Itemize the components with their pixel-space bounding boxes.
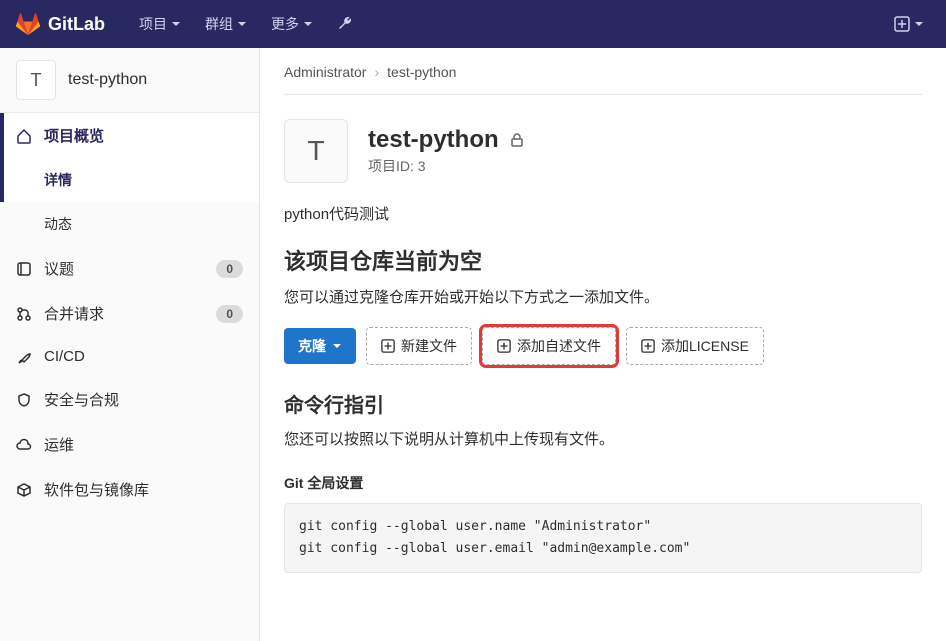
project-name: test-python <box>68 71 147 89</box>
home-icon <box>16 128 32 144</box>
sidebar-item-operations[interactable]: 运维 <box>0 422 259 467</box>
nav-label: 群组 <box>205 14 233 34</box>
sidebar-label: 软件包与镜像库 <box>44 479 149 500</box>
chevron-down-icon <box>237 19 247 29</box>
sidebar-item-activity[interactable]: 动态 <box>0 202 259 246</box>
chevron-down-icon <box>914 19 924 29</box>
chevron-down-icon <box>171 19 181 29</box>
sidebar-item-issues[interactable]: 议题 0 <box>0 246 259 291</box>
chevron-down-icon <box>332 341 342 351</box>
sidebar-label: CI/CD <box>44 348 85 365</box>
empty-repo-subtext: 您可以通过克隆仓库开始或开始以下方式之一添加文件。 <box>284 286 922 307</box>
git-global-heading: Git 全局设置 <box>284 473 922 493</box>
sidebar-item-cicd[interactable]: CI/CD <box>0 336 259 377</box>
topbar-nav: 项目 群组 更多 <box>129 6 363 42</box>
sidebar-label: 运维 <box>44 434 74 455</box>
breadcrumb-owner[interactable]: Administrator <box>284 64 366 80</box>
wrench-icon <box>337 16 353 32</box>
plus-square-icon <box>894 16 910 32</box>
shield-icon <box>16 392 32 408</box>
sidebar-label: 安全与合规 <box>44 389 119 410</box>
hero-avatar: T <box>284 119 348 183</box>
sidebar-label: 详情 <box>44 170 72 190</box>
nav-more[interactable]: 更多 <box>261 6 323 42</box>
hero-title: test-python <box>368 126 499 154</box>
nav-label: 更多 <box>271 14 299 34</box>
topbar-actions <box>888 10 930 38</box>
cli-subtext: 您还可以按照以下说明从计算机中上传现有文件。 <box>284 428 922 449</box>
sidebar-project-header[interactable]: T test-python <box>0 48 259 113</box>
breadcrumb-project[interactable]: test-python <box>387 64 456 80</box>
sidebar-item-security[interactable]: 安全与合规 <box>0 377 259 422</box>
sidebar-item-merge-requests[interactable]: 合并请求 0 <box>0 291 259 336</box>
sidebar-label: 议题 <box>44 258 74 279</box>
project-avatar: T <box>16 60 56 100</box>
merge-icon <box>16 306 32 322</box>
package-icon <box>16 482 32 498</box>
breadcrumb-separator: › <box>374 64 379 80</box>
plus-square-icon <box>381 339 395 353</box>
nav-groups[interactable]: 群组 <box>195 6 257 42</box>
button-label: 新建文件 <box>401 336 457 356</box>
sidebar: T test-python 项目概览 详情 动态 议题 0 合并请求 0 CI/… <box>0 48 260 641</box>
new-button[interactable] <box>888 10 930 38</box>
project-description: python代码测试 <box>284 203 922 224</box>
clone-button[interactable]: 克隆 <box>284 328 356 364</box>
project-hero: T test-python 项目ID: 3 <box>284 119 922 183</box>
button-label: 克隆 <box>298 336 326 356</box>
sidebar-label: 合并请求 <box>44 303 104 324</box>
plus-square-icon <box>641 339 655 353</box>
chevron-down-icon <box>303 19 313 29</box>
sidebar-item-packages[interactable]: 软件包与镜像库 <box>0 467 259 512</box>
button-label: 添加自述文件 <box>517 336 601 356</box>
brand-text: GitLab <box>48 14 105 35</box>
empty-repo-heading: 该项目仓库当前为空 <box>284 244 922 276</box>
badge-count: 0 <box>216 260 243 278</box>
hero-project-id: 项目ID: 3 <box>368 156 525 176</box>
nav-label: 项目 <box>139 14 167 34</box>
badge-count: 0 <box>216 305 243 323</box>
lock-icon <box>509 132 525 148</box>
new-file-button[interactable]: 新建文件 <box>366 327 472 365</box>
action-row: 克隆 新建文件 添加自述文件 添加LICENSE <box>284 327 922 365</box>
nav-admin-wrench[interactable] <box>327 8 363 40</box>
gitlab-logo-icon <box>16 12 40 36</box>
cloud-icon <box>16 437 32 453</box>
rocket-icon <box>16 349 32 365</box>
button-label: 添加LICENSE <box>661 336 749 356</box>
plus-square-icon <box>497 339 511 353</box>
cli-heading: 命令行指引 <box>284 389 922 418</box>
sidebar-label: 项目概览 <box>44 125 104 146</box>
content: Administrator › test-python T test-pytho… <box>260 48 946 641</box>
git-config-code: git config --global user.name "Administr… <box>284 503 922 573</box>
logo-area[interactable]: GitLab <box>16 12 105 36</box>
breadcrumb: Administrator › test-python <box>284 64 922 95</box>
add-readme-button[interactable]: 添加自述文件 <box>482 327 616 365</box>
sidebar-item-details[interactable]: 详情 <box>0 158 259 202</box>
add-license-button[interactable]: 添加LICENSE <box>626 327 764 365</box>
nav-projects[interactable]: 项目 <box>129 6 191 42</box>
topbar: GitLab 项目 群组 更多 <box>0 0 946 48</box>
sidebar-item-overview[interactable]: 项目概览 <box>0 113 259 158</box>
sidebar-label: 动态 <box>44 214 72 234</box>
issues-icon <box>16 261 32 277</box>
